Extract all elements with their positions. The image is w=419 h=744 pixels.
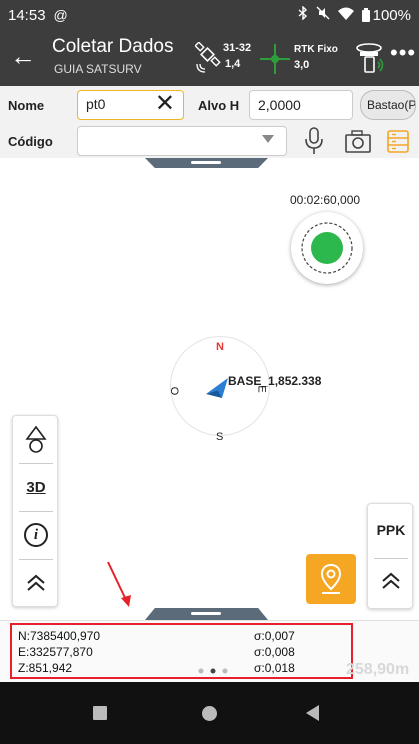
collapse-up-icon[interactable]	[13, 561, 59, 605]
nome-value: pt0	[86, 96, 106, 112]
compass-north: N	[216, 341, 224, 353]
alvo-h-input[interactable]: 2,0000	[249, 90, 353, 120]
navigation-icon[interactable]	[13, 418, 59, 462]
page-subtitle: GUIA SATSURV	[54, 62, 142, 76]
collect-point-button[interactable]	[291, 212, 363, 284]
toolbar-divider	[19, 559, 53, 560]
bastao-label: Bastao(P)	[367, 98, 416, 112]
ppk-panel: PPK	[367, 503, 413, 609]
status-icons: 100%	[298, 5, 411, 24]
alvo-label: Alvo H	[198, 98, 240, 113]
view-3d-icon: 3D	[26, 478, 46, 496]
alvo-value: 2,0000	[258, 97, 301, 113]
satellite-icon	[195, 42, 221, 73]
info-button[interactable]: i	[13, 513, 59, 557]
coord-row-n: N:7385400,970 σ:0,007	[18, 629, 348, 643]
satellite-pdop: 1,4	[225, 58, 241, 70]
receiver-icon[interactable]	[356, 40, 386, 76]
point-form: Nome pt0 ✕ Alvo H 2,0000 Bastao(P) Códig…	[0, 86, 419, 158]
back-arrow-icon[interactable]: ←	[10, 42, 36, 70]
coord-z: Z:851,942	[18, 661, 73, 675]
status-time: 14:53	[8, 6, 46, 24]
bastao-button[interactable]: Bastao(P)	[360, 90, 416, 120]
back-icon[interactable]	[306, 705, 319, 721]
microphone-icon[interactable]	[302, 126, 330, 156]
layers-list-icon[interactable]	[386, 126, 414, 156]
gps-status-icon	[301, 222, 353, 274]
rtk-status[interactable]: RTK Fixo 3,0	[258, 40, 358, 80]
toolbar-divider	[19, 511, 53, 512]
bluetooth-icon	[298, 5, 308, 24]
status-bar: 14:53 @ 100%	[0, 0, 419, 30]
coord-e-sigma: σ:0,008	[254, 645, 295, 659]
map-toolbar: 3D i	[12, 415, 58, 607]
system-nav-bar	[0, 682, 419, 744]
codigo-select[interactable]	[77, 126, 287, 156]
toolbar-divider	[19, 463, 53, 464]
rtk-value: 3,0	[294, 59, 310, 71]
coord-n-sigma: σ:0,007	[254, 629, 295, 643]
satellite-status[interactable]: 31-32 1,4	[195, 40, 265, 80]
clear-icon[interactable]: ✕	[155, 92, 175, 116]
nome-input[interactable]: pt0 ✕	[77, 90, 184, 120]
coord-row-z: Z:851,942 σ:0,018	[18, 661, 348, 675]
view-3d-button[interactable]: 3D	[13, 465, 59, 509]
compass-west: O	[169, 386, 182, 396]
expand-up-icon[interactable]	[380, 570, 402, 597]
page-indicator[interactable]	[193, 666, 233, 676]
coord-row-e: E:332577,870 σ:0,008	[18, 645, 348, 659]
battery-icon: 100%	[361, 6, 411, 24]
coordinates-panel-handle[interactable]	[145, 608, 268, 620]
at-symbol-icon: @	[53, 7, 68, 23]
wifi-icon	[337, 7, 354, 24]
stakeout-button[interactable]	[306, 554, 356, 604]
toolbar-divider	[374, 558, 408, 559]
more-options-icon[interactable]: •••	[390, 40, 416, 66]
satellite-count: 31-32	[223, 42, 252, 54]
compass-south: S	[216, 431, 224, 443]
coord-n: N:7385400,970	[18, 629, 101, 643]
info-icon: i	[24, 523, 48, 547]
annotation-arrow-icon	[107, 561, 131, 607]
dropdown-caret-icon	[262, 135, 274, 143]
home-icon[interactable]	[202, 706, 217, 721]
coord-e: E:332577,870	[18, 645, 93, 659]
recents-icon[interactable]	[93, 706, 107, 720]
codigo-label: Código	[8, 134, 53, 149]
page-title: Coletar Dados	[52, 36, 174, 57]
battery-level: 100%	[372, 6, 411, 24]
form-collapse-handle[interactable]	[145, 158, 268, 168]
epoch-timer: 00:02:60,000	[290, 193, 361, 207]
crosshair-icon	[260, 44, 290, 74]
camera-icon[interactable]	[344, 126, 372, 156]
base-station-label: BASE_1,852.338	[228, 374, 322, 388]
coord-z-sigma: σ:0,018	[254, 661, 295, 675]
coordinates-highlight: N:7385400,970 σ:0,007 E:332577,870 σ:0,0…	[10, 623, 353, 679]
mute-icon	[316, 6, 330, 24]
location-pin-icon	[320, 563, 342, 594]
map-scale: 258,90m	[346, 661, 410, 678]
ppk-button[interactable]: PPK	[368, 522, 414, 538]
app-bar: ← Coletar Dados GUIA SATSURV 31-32 1,4 R…	[0, 30, 419, 86]
rtk-status-label: RTK Fixo	[294, 44, 338, 55]
nome-label: Nome	[8, 98, 45, 113]
